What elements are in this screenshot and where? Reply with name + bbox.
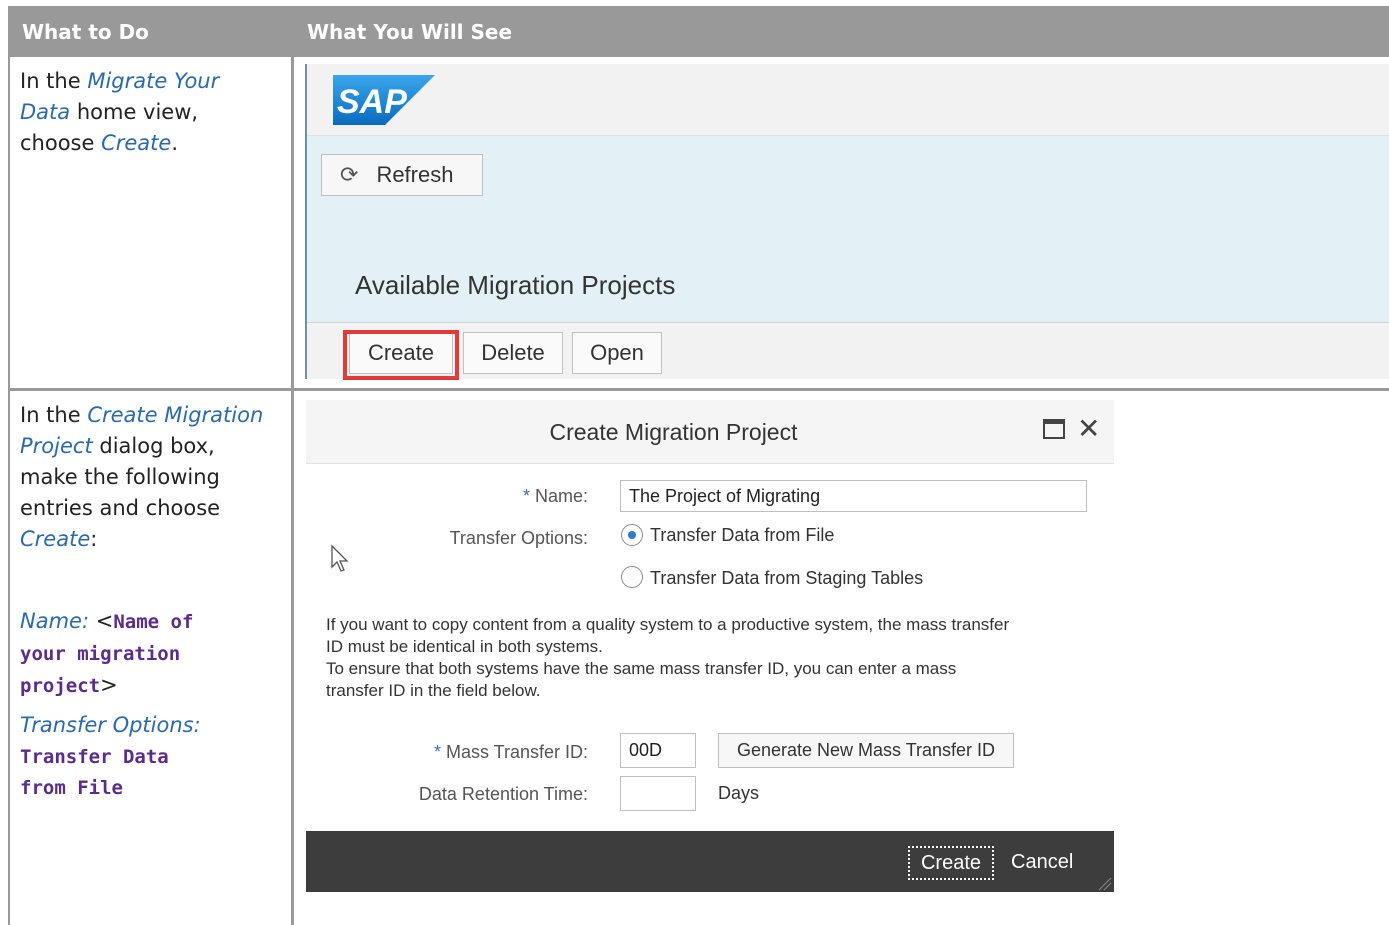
text: choose: [20, 131, 102, 155]
name-label: * Name:: [456, 486, 588, 507]
radio-transfer-from-file[interactable]: [621, 524, 643, 546]
svg-text:SAP: SAP: [337, 83, 407, 121]
footer-create-button[interactable]: Create: [908, 846, 994, 880]
refresh-button[interactable]: ⟳ Refresh: [321, 154, 483, 196]
dialog-header: Create Migration Project ✕: [306, 400, 1114, 464]
mass-transfer-id-input[interactable]: 00D: [620, 733, 696, 768]
table-column-divider: [291, 57, 294, 925]
delete-button[interactable]: Delete: [463, 332, 563, 374]
data-retention-label: Data Retention Time:: [418, 784, 588, 804]
entry-value: project: [20, 675, 101, 697]
info-line: To ensure that both systems have the sam…: [326, 659, 957, 678]
table-border-left: [8, 57, 10, 925]
option-file-label: Transfer Data from File: [650, 525, 835, 545]
row1-instruction: In the Migrate Your Data home view, choo…: [20, 66, 219, 159]
footer-cancel-button[interactable]: Cancel: [1011, 851, 1073, 874]
entry-value: your migration: [20, 643, 181, 665]
row2-entries: Name: <Name of your migration project> T…: [20, 606, 201, 803]
label-text: Name:: [534, 486, 588, 506]
app-name-link: Migrate Your: [87, 69, 220, 93]
refresh-label: Refresh: [376, 162, 454, 187]
dialog-title: Create Migration Project: [549, 419, 798, 445]
create-highlight-box: [343, 330, 459, 380]
info-line: transfer ID in the field below.: [326, 681, 541, 700]
text: make the following: [20, 465, 220, 489]
info-line: If you want to copy content from a quali…: [326, 615, 1010, 634]
app-name-link: Data: [20, 100, 71, 124]
text: entries and choose: [20, 496, 221, 520]
field-name-label: Transfer Options:: [20, 713, 201, 737]
maximize-icon[interactable]: [1043, 419, 1065, 439]
text: >: [100, 673, 118, 697]
mass-transfer-info-text: If you want to copy content from a quali…: [326, 614, 1106, 702]
refresh-icon: ⟳: [340, 162, 359, 187]
text: dialog box,: [92, 434, 215, 458]
entry-value: from File: [20, 777, 123, 799]
header-what-to-do: What to Do: [22, 20, 149, 44]
text: home view,: [70, 100, 199, 124]
mass-transfer-id-label: * Mass Transfer ID:: [386, 742, 588, 763]
transfer-options-label: Transfer Options:: [449, 528, 588, 548]
create-reference: Create: [20, 527, 91, 551]
label-text: Mass Transfer ID:: [445, 742, 588, 762]
dialog-name-reference: Create Migration: [87, 403, 264, 427]
text: In the: [20, 69, 88, 93]
radio-transfer-from-staging[interactable]: [621, 566, 643, 588]
entry-value: Name of: [113, 611, 194, 633]
name-input[interactable]: The Project of Migrating: [620, 480, 1087, 512]
text: :: [90, 527, 98, 551]
table-header: What to Do What You Will See: [8, 6, 1389, 57]
sap-logo: SAP: [333, 75, 435, 125]
dialog-footer: Create Cancel: [306, 831, 1114, 892]
create-migration-project-dialog: Create Migration Project ✕ * Name: The P…: [306, 400, 1114, 892]
shell-header: SAP: [307, 64, 1389, 136]
generate-mass-transfer-id-button[interactable]: Generate New Mass Transfer ID: [718, 733, 1014, 768]
header-what-you-will-see: What You Will See: [307, 20, 513, 44]
required-mark: *: [433, 742, 441, 762]
text: In the: [20, 403, 88, 427]
field-name-label: Name:: [20, 609, 90, 633]
entry-value: Transfer Data: [20, 746, 169, 768]
mouse-pointer-icon: [331, 544, 349, 572]
info-line: ID must be identical in both systems.: [326, 637, 603, 656]
resize-grip-icon[interactable]: [1096, 875, 1112, 891]
open-button[interactable]: Open: [572, 332, 662, 374]
days-label: Days: [718, 783, 760, 803]
create-reference: Create: [101, 131, 172, 155]
dialog-name-reference: Project: [20, 434, 93, 458]
table-row-divider: [8, 388, 1389, 391]
row2-instruction: In the Create Migration Project dialog b…: [20, 400, 263, 555]
option-staging-label: Transfer Data from Staging Tables: [650, 568, 924, 588]
migration-home-screenshot: SAP ⟳ Refresh Available Migration Projec…: [305, 64, 1389, 380]
section-title: Available Migration Projects: [355, 270, 676, 300]
text: <: [89, 609, 114, 633]
close-icon[interactable]: ✕: [1077, 412, 1100, 445]
required-mark: *: [522, 486, 530, 506]
data-retention-input[interactable]: [620, 776, 696, 811]
text: .: [171, 131, 179, 155]
